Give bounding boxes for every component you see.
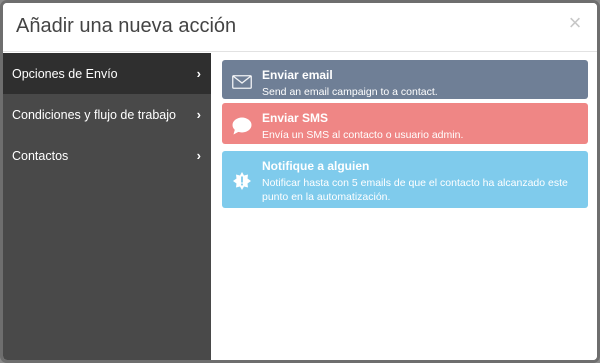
chevron-right-icon: › xyxy=(196,65,201,81)
add-action-modal: Añadir una nueva acción × Opciones de En… xyxy=(0,0,600,363)
sidebar: Opciones de Envío › Condiciones y flujo … xyxy=(3,53,211,360)
speech-bubble-icon xyxy=(232,116,252,136)
action-description: Send an email campaign to a contact. xyxy=(262,86,438,98)
sidebar-item-label: Contactos xyxy=(12,148,69,163)
alert-burst-icon xyxy=(232,171,252,191)
modal-header: Añadir una nueva acción × xyxy=(3,3,597,52)
modal-title: Añadir una nueva acción xyxy=(16,15,237,37)
action-description: Envía un SMS al contacto o usuario admin… xyxy=(262,129,464,141)
action-title: Enviar SMS xyxy=(262,111,329,125)
actions-panel: Enviar email Send an email campaign to a… xyxy=(211,53,597,360)
chevron-right-icon: › xyxy=(196,106,201,122)
action-send-sms[interactable]: Enviar SMS Envía un SMS al contacto o us… xyxy=(222,103,588,144)
action-title: Enviar email xyxy=(262,68,333,82)
sidebar-item-contactos[interactable]: Contactos › xyxy=(3,135,211,176)
sidebar-item-condiciones-flujo[interactable]: Condiciones y flujo de trabajo › xyxy=(3,94,211,135)
sidebar-item-label: Condiciones y flujo de trabajo xyxy=(12,107,176,122)
action-description: Notificar hasta con 5 emails de que el c… xyxy=(262,177,568,203)
action-notify-someone[interactable]: Notifique a alguien Notificar hasta con … xyxy=(222,151,588,208)
sidebar-item-opciones-envio[interactable]: Opciones de Envío › xyxy=(3,53,211,94)
close-icon: × xyxy=(568,10,582,35)
chevron-right-icon: › xyxy=(196,147,201,163)
sidebar-item-label: Opciones de Envío xyxy=(12,66,118,81)
action-send-email[interactable]: Enviar email Send an email campaign to a… xyxy=(222,60,588,99)
envelope-icon xyxy=(232,72,252,92)
close-button[interactable]: × xyxy=(565,11,585,35)
action-title: Notifique a alguien xyxy=(262,159,370,173)
